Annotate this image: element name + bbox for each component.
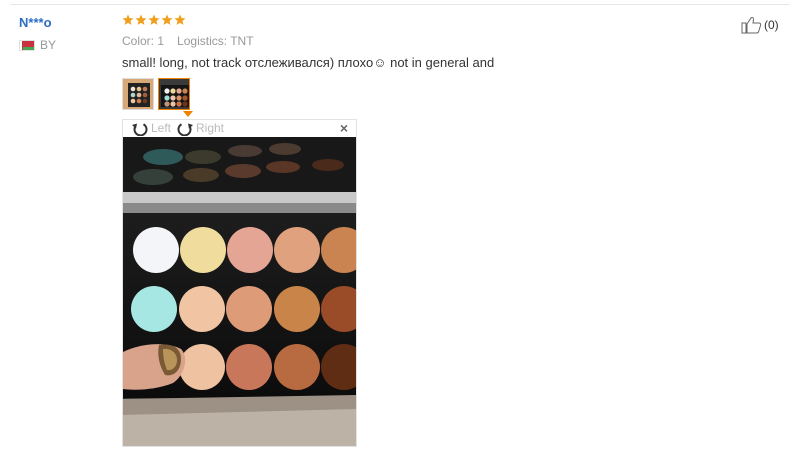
logistics-attribute: Logistics: TNT: [177, 34, 254, 48]
star-icon: [148, 14, 160, 26]
viewer-toolbar: Left Right ×: [123, 120, 356, 137]
photo-thumbnail-2[interactable]: [158, 78, 190, 110]
review-text: small! long, not track отслеживался) пло…: [122, 55, 495, 70]
close-viewer-button[interactable]: ×: [340, 120, 348, 136]
country-code: BY: [40, 38, 57, 52]
star-icon: [174, 14, 186, 26]
rotate-right-button[interactable]: Right: [176, 120, 224, 136]
rotate-right-icon: [176, 120, 194, 136]
review-photo: [123, 137, 356, 446]
selected-thumbnail-caret: [183, 111, 193, 117]
top-divider: [10, 4, 790, 5]
reviewer-country: BY: [19, 38, 56, 52]
rotate-right-label: Right: [196, 121, 225, 135]
belarus-flag-icon: [19, 39, 35, 51]
helpful-count: (0): [764, 18, 779, 32]
palette-photo-image: [123, 137, 356, 446]
photo-viewer: Left Right ×: [122, 119, 357, 447]
photo-thumbnail-1[interactable]: [122, 78, 154, 110]
color-attribute: Color: 1: [122, 34, 165, 48]
rotate-left-button[interactable]: Left: [131, 120, 171, 136]
star-icon: [161, 14, 173, 26]
reviewer-name[interactable]: N***o: [19, 15, 52, 30]
thumbs-up-icon: [741, 16, 762, 34]
rotate-left-icon: [131, 120, 149, 136]
rating-stars: [122, 14, 186, 26]
helpful-button[interactable]: (0): [741, 16, 779, 34]
star-icon: [135, 14, 147, 26]
star-icon: [122, 14, 134, 26]
rotate-left-label: Left: [151, 121, 172, 135]
order-attributes: Color: 1 Logistics: TNT: [122, 34, 254, 48]
photo-thumbnails: [122, 78, 190, 110]
